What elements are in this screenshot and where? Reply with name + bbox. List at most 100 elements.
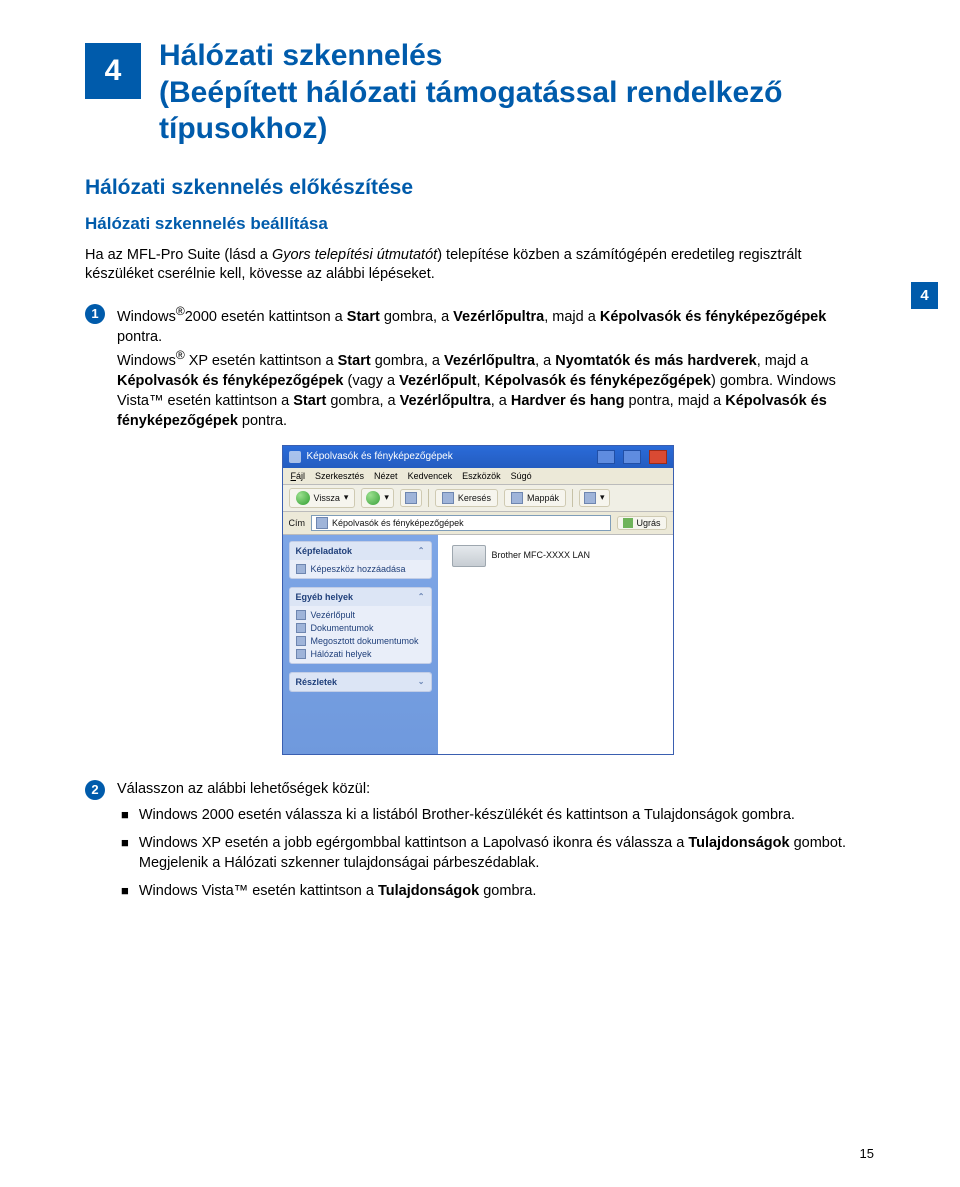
maximize-button[interactable]: [623, 450, 641, 464]
t: XP esetén kattintson a: [185, 353, 338, 369]
step-2-body: Válasszon az alábbi lehetőségek közül: ■…: [117, 779, 870, 909]
separator: [428, 489, 429, 507]
panel-details: Részletek⌄: [289, 672, 432, 692]
xp-window-screenshot: Képolvasók és fényképezőgépek FFájlájl S…: [282, 445, 674, 755]
intro-paragraph: Ha az MFL-Pro Suite (lásd a Gyors telepí…: [85, 246, 870, 285]
go-label: Ugrás: [636, 518, 660, 528]
go-button[interactable]: Ugrás: [617, 516, 666, 530]
link-label: Vezérlőpult: [311, 610, 356, 620]
views-icon: [584, 492, 596, 504]
address-input[interactable]: Képolvasók és fényképezőgépek: [311, 515, 611, 531]
back-button[interactable]: Vissza▾: [289, 488, 356, 508]
forward-icon: [366, 491, 380, 505]
window-icon: [289, 451, 301, 463]
section-heading: Hálózati szkennelés előkészítése: [85, 176, 870, 200]
b: Képolvasók és fényképezőgépek: [600, 309, 826, 325]
panel-head-label: Képfeladatok: [296, 546, 353, 556]
device-label: Brother MFC-XXXX LAN: [492, 550, 591, 561]
bullet-item: ■ Windows 2000 esetén válassza ki a list…: [117, 805, 870, 825]
place-link[interactable]: Megosztott dokumentumok: [296, 636, 425, 646]
window-titlebar: Képolvasók és fényképezőgépek: [283, 446, 673, 468]
bullet-icon: ■: [121, 881, 129, 901]
menu-tools[interactable]: Eszközök: [462, 471, 501, 481]
step-number-2: 2: [85, 780, 105, 800]
bullet-text: Windows 2000 esetén válassza ki a listáb…: [139, 805, 795, 825]
expand-icon[interactable]: ⌄: [418, 677, 425, 686]
separator: [572, 489, 573, 507]
collapse-icon[interactable]: ⌃: [418, 592, 425, 601]
place-link[interactable]: Hálózati helyek: [296, 649, 425, 659]
page-title: Hálózati szkennelés (Beépített hálózati …: [159, 38, 870, 148]
t: gombra, a: [326, 393, 399, 409]
place-link[interactable]: Vezérlőpult: [296, 610, 425, 620]
back-icon: [296, 491, 310, 505]
t: Windows Vista™ esetén kattintson a: [139, 883, 378, 899]
menu-help[interactable]: Súgó: [511, 471, 532, 481]
t: Windows XP esetén a jobb egérgombbal kat…: [139, 835, 688, 851]
folder-icon: [296, 649, 306, 659]
menu-favorites[interactable]: Kedvencek: [408, 471, 453, 481]
step-2: 2 Válasszon az alábbi lehetőségek közül:…: [85, 779, 870, 909]
chevron-down-icon: ▾: [384, 492, 389, 503]
intro-italic: Gyors telepítési útmutatót: [272, 247, 437, 263]
bullet-icon: ■: [121, 833, 129, 873]
b: Start: [293, 393, 326, 409]
page-number: 15: [860, 1146, 874, 1161]
link-label: Dokumentumok: [311, 623, 374, 633]
minimize-button[interactable]: [597, 450, 615, 464]
add-device-link[interactable]: Képeszköz hozzáadása: [296, 564, 425, 574]
b: Tulajdonságok: [378, 883, 479, 899]
subsection-heading: Hálózati szkennelés beállítása: [85, 214, 870, 234]
menu-file[interactable]: FFájlájl: [291, 471, 306, 481]
step-2-lead: Válasszon az alábbi lehetőségek közül:: [117, 781, 370, 797]
window-title: Képolvasók és fényképezőgépek: [307, 451, 453, 462]
t: Windows: [117, 309, 176, 325]
scanner-device[interactable]: Brother MFC-XXXX LAN: [452, 545, 591, 567]
b: Képolvasók és fényképezőgépek: [117, 373, 343, 389]
t: ,: [476, 373, 484, 389]
folders-label: Mappák: [527, 493, 559, 503]
address-label: Cím: [289, 518, 306, 528]
forward-button[interactable]: ▾: [361, 488, 394, 508]
b: Start: [347, 309, 380, 325]
t: gombra, a: [371, 353, 444, 369]
link-label: Hálózati helyek: [311, 649, 372, 659]
t: (vagy a: [343, 373, 399, 389]
bullet-item: ■ Windows Vista™ esetén kattintson a Tul…: [117, 881, 870, 901]
t: Megjelenik a Hálózati szkenner tulajdons…: [139, 855, 540, 871]
step-number-1: 1: [85, 304, 105, 324]
up-button[interactable]: [400, 489, 422, 507]
close-button[interactable]: [649, 450, 667, 464]
device-icon: [296, 564, 306, 574]
views-button[interactable]: ▾: [579, 489, 610, 507]
t: gombra, a: [380, 309, 453, 325]
menu-view[interactable]: Nézet: [374, 471, 398, 481]
bullet-item: ■ Windows XP esetén a jobb egérgombbal k…: [117, 833, 870, 873]
collapse-icon[interactable]: ⌃: [418, 546, 425, 555]
bullet-text: Windows Vista™ esetén kattintson a Tulaj…: [139, 881, 537, 901]
location-icon: [316, 517, 328, 529]
scanner-icon: [452, 545, 486, 567]
folders-button[interactable]: Mappák: [504, 489, 566, 507]
reg-mark: ®: [176, 304, 185, 318]
t: gombra.: [479, 883, 536, 899]
title-line-2: (Beépített hálózati támogatással rendelk…: [159, 76, 783, 146]
link-label: Képeszköz hozzáadása: [311, 564, 406, 574]
search-button[interactable]: Keresés: [435, 489, 498, 507]
title-line-1: Hálózati szkennelés: [159, 39, 442, 72]
menu-edit[interactable]: Szerkesztés: [315, 471, 364, 481]
b: Vezérlőpultra: [400, 393, 491, 409]
b: Képolvasók és fényképezőgépek: [485, 373, 711, 389]
panel-other-places: Egyéb helyek⌃ Vezérlőpult Dokumentumok M…: [289, 587, 432, 664]
b: Vezérlőpultra: [444, 353, 535, 369]
t: pontra, majd a: [625, 393, 726, 409]
toolbar: Vissza▾ ▾ Keresés Mappák ▾: [283, 485, 673, 512]
folder-icon: [296, 636, 306, 646]
b: Tulajdonságok: [688, 835, 789, 851]
place-link[interactable]: Dokumentumok: [296, 623, 425, 633]
chapter-number-badge: 4: [85, 43, 141, 99]
bullet-text: Windows XP esetén a jobb egérgombbal kat…: [139, 833, 846, 873]
b: Vezérlőpultra: [453, 309, 544, 325]
t: pontra.: [238, 413, 287, 429]
address-bar: Cím Képolvasók és fényképezőgépek Ugrás: [283, 512, 673, 535]
